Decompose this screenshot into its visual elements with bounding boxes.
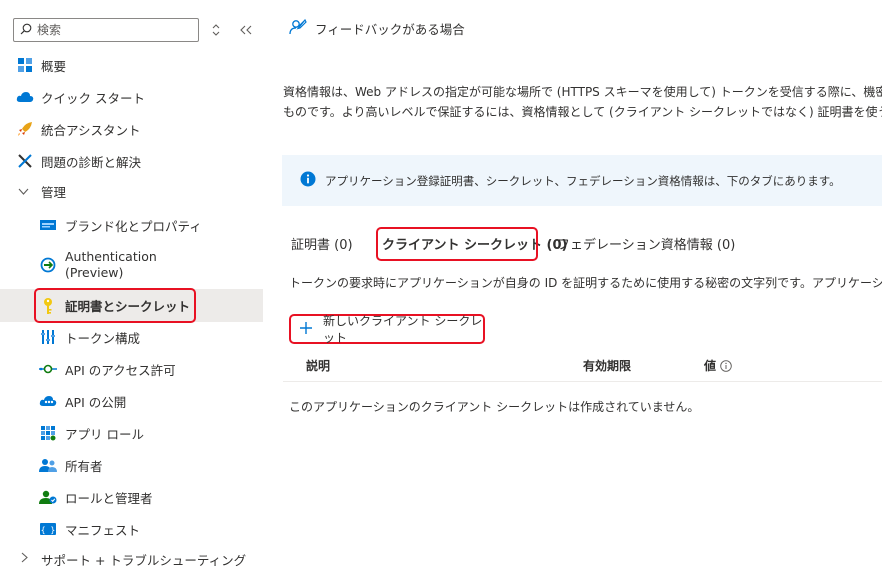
sidebar-item-roles-admins[interactable]: ロールと管理者 <box>0 481 263 513</box>
sidebar-item-label: Authentication (Preview) <box>65 249 157 280</box>
sort-icon[interactable] <box>206 20 226 40</box>
info-circle-icon[interactable] <box>720 359 732 372</box>
sidebar-item-api-permissions[interactable]: API のアクセス許可 <box>0 353 263 385</box>
sidebar: 概要 クイック スタート 統合アシスタント 問題の診断と解決 管理 ブランド化と… <box>0 0 263 581</box>
sidebar-item-label: API のアクセス許可 <box>65 362 176 378</box>
svg-text:{ }: { } <box>41 526 55 535</box>
feedback-icon <box>289 18 307 39</box>
rocket-icon <box>16 120 34 138</box>
sidebar-item-manifest[interactable]: { } マニフェスト <box>0 513 263 545</box>
api-permissions-icon <box>39 360 57 378</box>
sidebar-item-label: API の公開 <box>65 394 127 410</box>
info-text: アプリケーション登録証明書、シークレット、フェデレーション資格情報は、下のタブに… <box>325 173 841 188</box>
sidebar-item-owners[interactable]: 所有者 <box>0 449 263 481</box>
sidebar-item-token-configuration[interactable]: トークン構成 <box>0 321 263 353</box>
cloud-api-icon <box>39 392 57 410</box>
app-roles-icon <box>39 424 57 442</box>
column-header-value-label: 値 <box>704 359 717 373</box>
feedback-button[interactable]: フィードバックがある場合 <box>289 18 465 39</box>
secrets-table-header: 説明 有効期限 値 <box>283 352 882 382</box>
sidebar-item-label: 証明書とシークレット <box>65 299 191 314</box>
sidebar-item-integration-assistant[interactable]: 統合アシスタント <box>0 113 263 145</box>
collapse-sidebar-icon[interactable] <box>236 20 256 40</box>
sidebar-item-label: 管理 <box>41 184 67 200</box>
main-content: フィードバックがある場合 資格情報は、Web アドレスの指定が可能な場所で (H… <box>263 0 882 581</box>
sidebar-item-branding[interactable]: ブランド化とプロパティ <box>0 209 263 241</box>
tab-description: トークンの要求時にアプリケーションが自身の ID を証明するために使用する秘密の… <box>289 276 882 290</box>
sidebar-item-authentication[interactable]: Authentication (Preview) <box>0 247 263 283</box>
sidebar-item-label: ロールと管理者 <box>65 490 153 506</box>
sidebar-item-label: サポート + トラブルシューティング <box>41 552 247 568</box>
branding-icon <box>39 216 57 234</box>
column-header-expires: 有効期限 <box>583 359 632 373</box>
column-header-value: 値 <box>704 357 732 374</box>
key-icon <box>39 297 57 315</box>
token-config-icon <box>39 328 57 346</box>
plus-icon <box>299 321 313 338</box>
wrench-icon <box>16 152 34 170</box>
sidebar-item-label: クイック スタート <box>41 90 145 106</box>
sidebar-item-diagnose[interactable]: 問題の診断と解決 <box>0 145 263 177</box>
roles-admins-icon <box>39 488 57 506</box>
sidebar-item-label: 所有者 <box>65 458 103 474</box>
tab-client-secrets[interactable]: クライアント シークレット (0) <box>382 234 567 253</box>
sidebar-item-label: 概要 <box>41 58 67 74</box>
sidebar-item-label: 統合アシスタント <box>41 122 141 138</box>
manifest-icon: { } <box>39 520 57 538</box>
description-line-2: ものです。より高いレベルで保証するには、資格情報として (クライアント シークレ… <box>283 105 882 119</box>
column-header-description: 説明 <box>306 359 331 373</box>
authentication-icon <box>39 256 57 274</box>
sidebar-item-quickstart[interactable]: クイック スタート <box>0 81 263 113</box>
credentials-description: 資格情報は、Web アドレスの指定が可能な場所で (HTTPS スキーマを使用し… <box>283 82 882 122</box>
sidebar-group-support[interactable]: サポート + トラブルシューティング <box>0 543 263 575</box>
search-input[interactable] <box>37 23 187 37</box>
sidebar-item-expose-api[interactable]: API の公開 <box>0 385 263 417</box>
tab-federated-credentials[interactable]: フェデレーション資格情報 (0) <box>557 234 735 253</box>
sidebar-item-label: アプリ ロール <box>65 426 144 442</box>
chevron-down-icon <box>18 185 29 198</box>
grid-icon <box>16 56 34 74</box>
sidebar-item-label: マニフェスト <box>65 522 141 538</box>
empty-table-message: このアプリケーションのクライアント シークレットは作成されていません。 <box>289 400 700 414</box>
owners-icon <box>39 456 57 474</box>
sidebar-item-label: ブランド化とプロパティ <box>65 218 202 234</box>
chevron-right-icon <box>21 552 28 566</box>
info-icon <box>300 171 316 190</box>
description-line-1: 資格情報は、Web アドレスの指定が可能な場所で (HTTPS スキーマを使用し… <box>283 85 882 99</box>
sidebar-group-manage[interactable]: 管理 <box>0 175 263 207</box>
search-box[interactable] <box>13 18 199 42</box>
feedback-label: フィードバックがある場合 <box>315 22 465 37</box>
sidebar-item-app-roles[interactable]: アプリ ロール <box>0 417 263 449</box>
new-client-secret-button[interactable]: 新しいクライアント シークレット <box>289 314 485 345</box>
search-icon <box>20 23 32 38</box>
new-client-secret-label: 新しいクライアント シークレット <box>323 314 483 345</box>
tab-certificates[interactable]: 証明書 (0) <box>291 234 353 253</box>
sidebar-item-label: 問題の診断と解決 <box>41 154 142 170</box>
sidebar-item-overview[interactable]: 概要 <box>0 49 263 81</box>
sidebar-item-certificates-secrets[interactable]: 証明書とシークレット <box>0 289 263 322</box>
cloud-icon <box>16 88 34 106</box>
sidebar-item-label: トークン構成 <box>65 330 141 346</box>
info-banner: アプリケーション登録証明書、シークレット、フェデレーション資格情報は、下のタブに… <box>282 155 882 206</box>
